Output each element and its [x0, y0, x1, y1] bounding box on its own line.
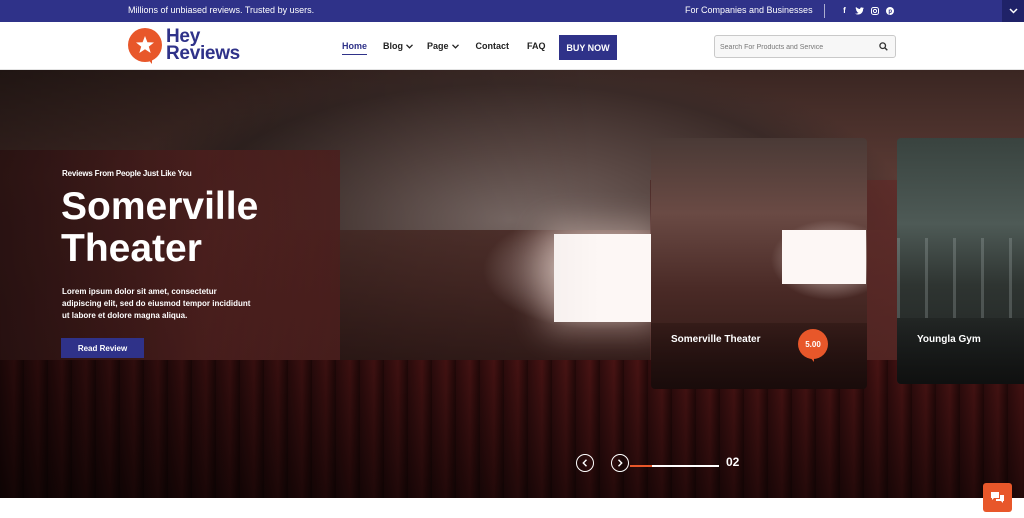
- slider-progress-fill: [630, 465, 653, 467]
- divider: [824, 4, 825, 18]
- nav-item-blog[interactable]: Blog: [383, 41, 413, 51]
- search-box: [714, 35, 896, 58]
- hero-shade: [0, 70, 600, 498]
- logo-line-2: Reviews: [166, 43, 240, 64]
- read-review-button[interactable]: Read Review: [61, 338, 144, 358]
- slider-progress-bar: [630, 465, 719, 467]
- main-nav: Home Blog Page Contact FAQ: [342, 41, 546, 55]
- buy-now-button[interactable]: BUY NOW: [559, 35, 617, 60]
- card-image-screen: [782, 230, 866, 284]
- top-bar-tagline: Millions of unbiased reviews. Trusted by…: [128, 5, 315, 15]
- nav-label: Blog: [383, 41, 404, 51]
- card-overlay: [897, 318, 1024, 384]
- chat-button[interactable]: [983, 483, 1012, 512]
- card-image-gym: [897, 238, 1024, 318]
- chevron-right-icon: [618, 459, 623, 467]
- slider-prev-button[interactable]: [576, 454, 594, 472]
- hero-description: Lorem ipsum dolor sit amet, consectetur …: [62, 287, 251, 320]
- site-header: Hey Reviews Home Blog Page Contact FAQ B…: [0, 22, 1024, 70]
- nav-label: Page: [427, 41, 449, 51]
- slider-next-button[interactable]: [611, 454, 629, 472]
- hero-eyebrow: Reviews From People Just Like You: [62, 169, 192, 178]
- chevron-down-icon: [406, 43, 413, 49]
- search-icon[interactable]: [879, 42, 888, 51]
- topbar-toggle[interactable]: [1002, 0, 1024, 22]
- pinterest-icon[interactable]: p: [885, 5, 894, 16]
- logo-text: Hey Reviews: [166, 27, 240, 64]
- twitter-icon[interactable]: [855, 5, 864, 16]
- nav-item-page[interactable]: Page: [427, 41, 459, 51]
- top-bar: Millions of unbiased reviews. Trusted by…: [0, 0, 1024, 22]
- nav-label: Contact: [475, 41, 510, 51]
- chevron-left-icon: [582, 459, 587, 467]
- chat-icon: [991, 492, 1004, 503]
- slide-card-youngla-gym[interactable]: Youngla Gym: [897, 138, 1024, 384]
- card-title: Somerville Theater: [671, 334, 761, 345]
- instagram-icon[interactable]: [870, 5, 879, 16]
- star-icon: [136, 36, 154, 53]
- chevron-down-icon: [1008, 8, 1018, 14]
- nav-label: FAQ: [527, 41, 546, 51]
- svg-text:p: p: [888, 9, 892, 15]
- card-title: Youngla Gym: [917, 334, 981, 345]
- business-link[interactable]: For Companies and Businesses: [685, 5, 813, 15]
- nav-item-contact[interactable]: Contact: [476, 41, 510, 51]
- hero-slider: Reviews From People Just Like You Somerv…: [0, 70, 1024, 498]
- facebook-icon[interactable]: f: [840, 5, 849, 16]
- nav-label: Home: [342, 41, 368, 51]
- chevron-down-icon: [451, 43, 459, 49]
- logo[interactable]: Hey Reviews: [128, 27, 240, 64]
- logo-star-badge: [128, 28, 162, 64]
- search-input[interactable]: [715, 37, 865, 58]
- hero-title: Somerville Theater: [61, 185, 259, 270]
- rating-badge: 5.00: [798, 329, 828, 362]
- nav-item-faq[interactable]: FAQ: [527, 41, 546, 51]
- social-links: f p: [840, 5, 894, 16]
- slide-card-somerville-theater[interactable]: Somerville Theater 5.00: [651, 138, 867, 389]
- nav-item-home[interactable]: Home: [342, 41, 368, 55]
- slide-number: 02: [726, 455, 740, 469]
